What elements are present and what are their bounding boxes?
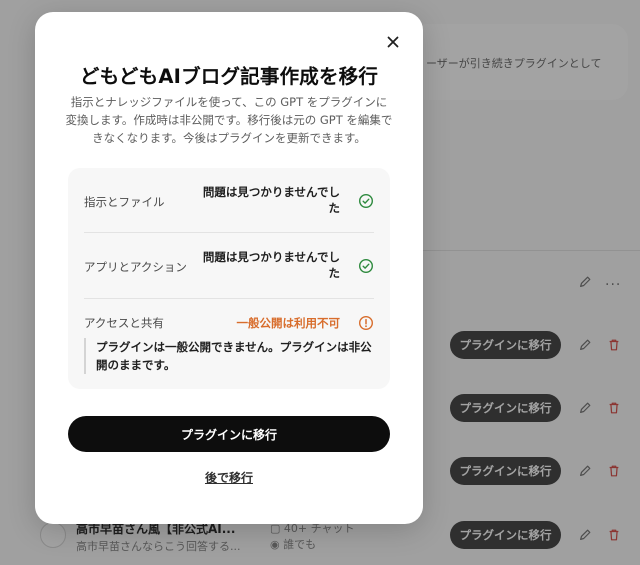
check-status: 問題は見つかりませんでした bbox=[202, 185, 340, 215]
check-circle-icon bbox=[358, 258, 374, 274]
row-divider bbox=[84, 232, 374, 233]
migrate-later-link[interactable]: 後で移行 bbox=[35, 469, 423, 486]
check-label: 指示とファイル bbox=[84, 195, 165, 209]
close-icon[interactable] bbox=[385, 34, 401, 50]
access-note: プラグインは一般公開できません。プラグインは非公開のままです。 bbox=[84, 338, 378, 374]
check-label: アクセスと共有 bbox=[84, 316, 164, 330]
check-circle-icon bbox=[358, 193, 374, 209]
warning-circle-icon bbox=[358, 315, 374, 331]
check-status-warning: 一般公開は利用不可 bbox=[236, 316, 341, 330]
dialog-title: どもどもAIブログ記事作成を移行 bbox=[79, 65, 379, 88]
row-divider bbox=[84, 298, 374, 299]
check-results-card: 指示とファイル 問題は見つかりませんでした アプリとアクション 問題は見つかりま… bbox=[68, 168, 390, 389]
migrate-to-plugin-button[interactable]: プラグインに移行 bbox=[68, 416, 390, 452]
dialog-description: 指示とナレッジファイルを使って、この GPT をプラグインに変換します。作成時は… bbox=[65, 95, 393, 145]
check-label: アプリとアクション bbox=[84, 260, 187, 274]
migrate-dialog: どもどもAIブログ記事作成を移行 指示とナレッジファイルを使って、この GPT … bbox=[35, 12, 423, 524]
check-status: 問題は見つかりませんでした bbox=[202, 250, 340, 280]
